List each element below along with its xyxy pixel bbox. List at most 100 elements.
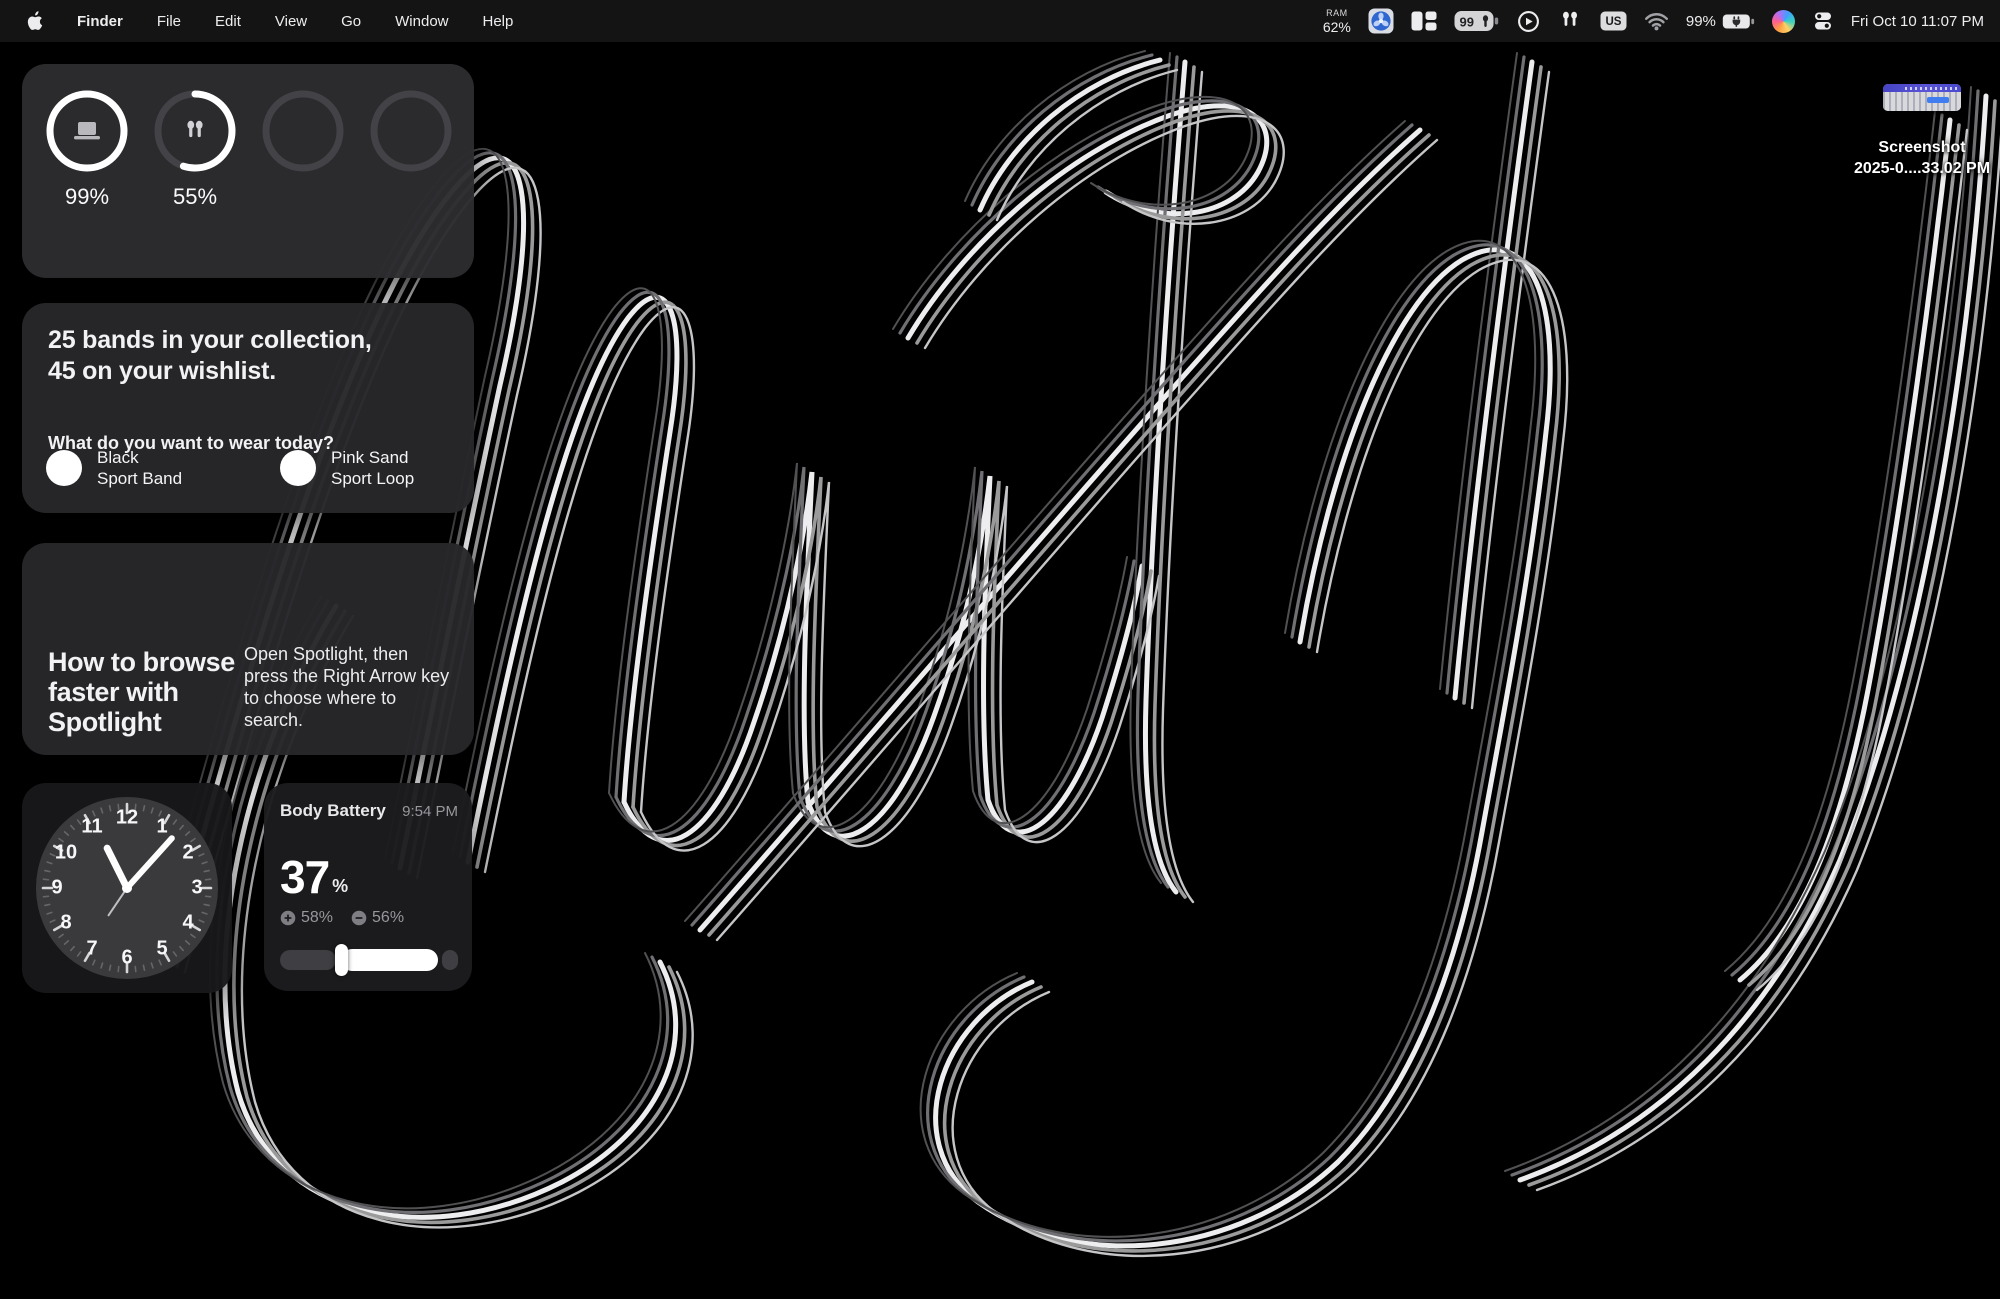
input-source-label: US <box>1605 16 1621 28</box>
spotlight-tip-widget[interactable]: How to browse faster with Spotlight Open… <box>22 543 474 755</box>
macbook-icon <box>46 90 128 172</box>
screenshot-thumbnail[interactable] <box>1883 84 1961 111</box>
minus-circle-icon <box>351 910 367 926</box>
band-name: Black <box>97 448 139 467</box>
body-battery-unit: % <box>332 876 348 897</box>
gained-value: 58% <box>301 909 333 927</box>
slider-track-right <box>442 950 458 970</box>
body-battery-time: 9:54 PM <box>402 803 458 820</box>
airpods-battery-menu-item[interactable]: 99 <box>1454 10 1500 32</box>
battery-ring-empty <box>370 90 452 210</box>
bands-headline: 25 bands in your collection, 45 on your … <box>48 325 372 387</box>
menu-finder[interactable]: Finder <box>77 13 123 30</box>
clock-number: 12 <box>116 807 138 830</box>
menu-bar: Finder File Edit View Go Window Help RAM… <box>0 0 2000 42</box>
battery-ring-airpods: 55% <box>154 90 236 210</box>
spotlight-tip-body: Open Spotlight, then press the Right Arr… <box>244 643 452 731</box>
apple-logo-icon <box>26 11 43 31</box>
desktop: Finder File Edit View Go Window Help RAM… <box>0 0 2000 1299</box>
window-tiling-menu-item[interactable] <box>1411 11 1437 31</box>
battery-menu-item[interactable]: 99% <box>1686 13 1755 30</box>
menu-left: Finder File Edit View Go Window Help <box>26 11 513 31</box>
clock-face: 12 1 2 3 4 5 6 7 8 9 10 11 <box>36 797 218 979</box>
clock-number: 11 <box>81 816 102 839</box>
menu-status-area: RAM 62% <box>1323 8 1984 34</box>
apple-menu[interactable] <box>26 11 43 31</box>
slider-track-left <box>280 950 336 970</box>
body-battery-slider[interactable] <box>280 943 458 977</box>
thumbnail-titlebar <box>1883 84 1961 92</box>
airpods-battery-value: 99 <box>1459 15 1473 30</box>
clock-number: 1 <box>156 816 167 839</box>
menu-edit[interactable]: Edit <box>215 13 241 30</box>
menu-help[interactable]: Help <box>483 13 514 30</box>
battery-percent-label: 99% <box>1686 13 1716 30</box>
clock-number: 9 <box>51 877 62 900</box>
control-center-icon <box>1812 10 1834 32</box>
battery-ring-label: 99% <box>46 184 128 210</box>
playback-menu-item[interactable] <box>1517 10 1540 33</box>
thumbnail-body <box>1883 92 1961 111</box>
spotlight-tip-title: How to browse faster with Spotlight <box>48 647 243 737</box>
band-option-label: Pink Sand Sport Loop <box>331 447 414 489</box>
file-name-line2: 2025-0....33.02 PM <box>1842 158 2000 179</box>
clock-number: 6 <box>121 947 132 970</box>
band-type: Sport Band <box>97 469 182 488</box>
battery-ring-empty <box>262 90 344 210</box>
ram-value: 62% <box>1323 20 1351 34</box>
plus-circle-icon <box>280 910 296 926</box>
clock-number: 3 <box>191 877 202 900</box>
batteries-widget[interactable]: 99% <box>22 64 474 278</box>
file-label: Screenshot 2025-0....33.02 PM <box>1842 137 2000 179</box>
menu-view[interactable]: View <box>275 13 307 30</box>
desktop-file-screenshot[interactable]: Screenshot 2025-0....33.02 PM <box>1842 84 2000 179</box>
menu-window[interactable]: Window <box>395 13 448 30</box>
control-center-menu-item[interactable] <box>1812 10 1834 32</box>
airpods-menu-item[interactable] <box>1557 9 1583 33</box>
clock-number: 4 <box>182 912 193 935</box>
fan-app-menu-item[interactable] <box>1368 8 1394 34</box>
body-battery-gains-row: 58% 56% <box>280 909 404 927</box>
slider-handle[interactable] <box>335 944 348 976</box>
band-option-pink-sand-sport-loop[interactable]: Pink Sand Sport Loop <box>280 447 414 489</box>
thumbnail-blue-field <box>1927 97 1949 103</box>
body-battery-title: Body Battery <box>280 801 386 821</box>
band-option-label: Black Sport Band <box>97 447 182 489</box>
clock-number: 8 <box>60 912 71 935</box>
input-source-menu-item[interactable]: US <box>1600 11 1627 31</box>
drained-value: 56% <box>372 909 404 927</box>
ram-label: RAM <box>1326 9 1348 18</box>
bands-headline-line1: 25 bands in your collection, <box>48 325 372 356</box>
gradient-app-icon[interactable] <box>1772 10 1795 33</box>
airpods-battery-pill: 99 <box>1454 10 1500 32</box>
airpods-icon <box>154 90 236 172</box>
ram-status[interactable]: RAM 62% <box>1323 9 1351 34</box>
battery-rings-row: 99% <box>22 64 474 210</box>
wifi-menu-item[interactable] <box>1644 12 1669 31</box>
battery-ring <box>262 90 344 172</box>
body-battery-widget[interactable]: Body Battery 9:54 PM 37 % 58% 56% <box>264 783 472 991</box>
body-battery-number: 37 <box>280 855 329 899</box>
bands-headline-line2: 45 on your wishlist. <box>48 356 372 387</box>
menu-file[interactable]: File <box>157 13 181 30</box>
battery-ring-label: 55% <box>154 184 236 210</box>
band-name: Pink Sand <box>331 448 409 467</box>
clock-number: 7 <box>86 938 97 961</box>
body-battery-gained: 58% <box>280 909 333 927</box>
body-battery-value: 37 % <box>280 855 348 899</box>
band-swatch[interactable] <box>46 450 82 486</box>
battery-ring <box>370 90 452 172</box>
bands-widget[interactable]: 25 bands in your collection, 45 on your … <box>22 303 474 513</box>
clock-number: 2 <box>182 842 193 865</box>
clock-widget[interactable]: 12 1 2 3 4 5 6 7 8 9 10 11 <box>22 783 232 993</box>
play-circle-icon <box>1517 10 1540 33</box>
clock-number: 5 <box>156 938 167 961</box>
body-battery-drained: 56% <box>351 909 404 927</box>
window-tiling-icon <box>1411 11 1437 31</box>
clock-center-pin <box>122 883 132 893</box>
airpods-icon <box>1557 9 1583 33</box>
menu-clock[interactable]: Fri Oct 10 11:07 PM <box>1851 13 1984 30</box>
menu-go[interactable]: Go <box>341 13 361 30</box>
band-option-black-sport-band[interactable]: Black Sport Band <box>46 447 182 489</box>
band-swatch[interactable] <box>280 450 316 486</box>
